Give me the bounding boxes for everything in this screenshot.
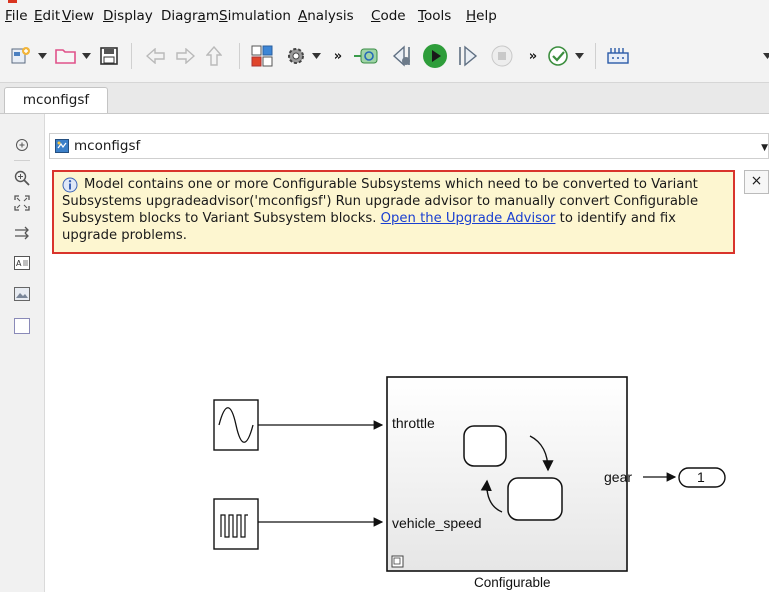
menu-simulation[interactable]: Simulation: [219, 8, 291, 24]
menu-help[interactable]: Help: [466, 8, 497, 24]
record-icon[interactable]: [352, 42, 382, 70]
model-browser-path[interactable]: mconfigsf ▼: [49, 133, 769, 159]
stop-icon[interactable]: [489, 42, 515, 70]
signal-routing-icon[interactable]: [14, 225, 30, 241]
hide-show-browser-icon[interactable]: [14, 137, 30, 153]
menu-bar: File Edit View Display Diagram Simulation Anal…: [0, 0, 769, 30]
model-settings-icon[interactable]: [283, 42, 309, 70]
area-icon[interactable]: [14, 318, 30, 334]
separator: [238, 42, 240, 70]
model-icon: [55, 139, 69, 157]
left-palette: A: [0, 114, 45, 592]
library-browser-icon[interactable]: [248, 42, 276, 70]
chevron-down-icon[interactable]: [573, 42, 585, 70]
chevron-down-icon[interactable]: [310, 42, 322, 70]
toolbar: » »: [0, 30, 769, 83]
toolbar-overflow-button[interactable]: »: [332, 42, 344, 70]
step-back-icon[interactable]: [388, 42, 414, 70]
info-icon: [62, 177, 78, 198]
separator: [594, 42, 596, 70]
chevron-down-icon[interactable]: ▼: [761, 143, 768, 153]
menu-code[interactable]: Code: [371, 8, 406, 24]
new-model-icon[interactable]: [8, 42, 34, 70]
chevron-down-icon[interactable]: [80, 42, 92, 70]
sine-wave-block[interactable]: [213, 399, 259, 451]
menu-diagram[interactable]: Diagram: [161, 8, 219, 24]
hardware-icon[interactable]: [605, 42, 631, 70]
state-icon: [463, 425, 507, 467]
annotation-icon[interactable]: A: [14, 255, 30, 271]
back-arrow-icon[interactable]: [143, 42, 169, 70]
open-folder-icon[interactable]: [53, 42, 79, 70]
svg-text:A: A: [16, 259, 22, 268]
forward-arrow-icon[interactable]: [172, 42, 198, 70]
tab-mconfigsf[interactable]: mconfigsf: [4, 87, 108, 113]
up-arrow-icon[interactable]: [201, 42, 227, 70]
banner-close-button[interactable]: ×: [744, 170, 769, 194]
menu-view[interactable]: View: [62, 8, 94, 24]
menu-analysis[interactable]: Analysis: [298, 8, 354, 24]
upgrade-info-banner: Model contains one or more Configurable …: [52, 170, 735, 254]
fit-to-view-icon[interactable]: [14, 195, 30, 211]
run-icon[interactable]: [421, 42, 449, 70]
chevron-down-icon[interactable]: [36, 42, 48, 70]
toolbar-overflow-button-2[interactable]: »: [527, 42, 539, 70]
state-icon: [507, 477, 563, 521]
model-path-label: mconfigsf: [74, 138, 141, 154]
check-icon[interactable]: [545, 42, 571, 70]
upgrade-advisor-link[interactable]: Open the Upgrade Advisor: [381, 211, 556, 226]
tab-strip: mconfigsf: [0, 83, 769, 114]
chevron-down-icon[interactable]: [763, 42, 769, 70]
pulse-generator-block[interactable]: [213, 498, 259, 550]
zoom-icon[interactable]: [14, 160, 30, 189]
menu-file[interactable]: File: [5, 8, 28, 24]
output-port-gear: gear: [604, 469, 633, 485]
menu-display[interactable]: Display: [103, 8, 153, 24]
configurable-subsystem-block[interactable]: [386, 376, 628, 572]
separator: [130, 42, 132, 70]
outport-number: 1: [697, 469, 705, 485]
menu-tools[interactable]: Tools: [418, 8, 451, 24]
window-accent: [8, 0, 17, 3]
input-port-vehicle-speed: vehicle_speed: [392, 515, 482, 531]
input-port-throttle: throttle: [392, 415, 435, 431]
save-icon[interactable]: [97, 42, 121, 70]
subsystem-name-label: Configurable: [474, 575, 551, 590]
step-forward-icon[interactable]: [455, 42, 481, 70]
menu-edit[interactable]: Edit: [34, 8, 60, 24]
image-icon[interactable]: [14, 286, 30, 302]
